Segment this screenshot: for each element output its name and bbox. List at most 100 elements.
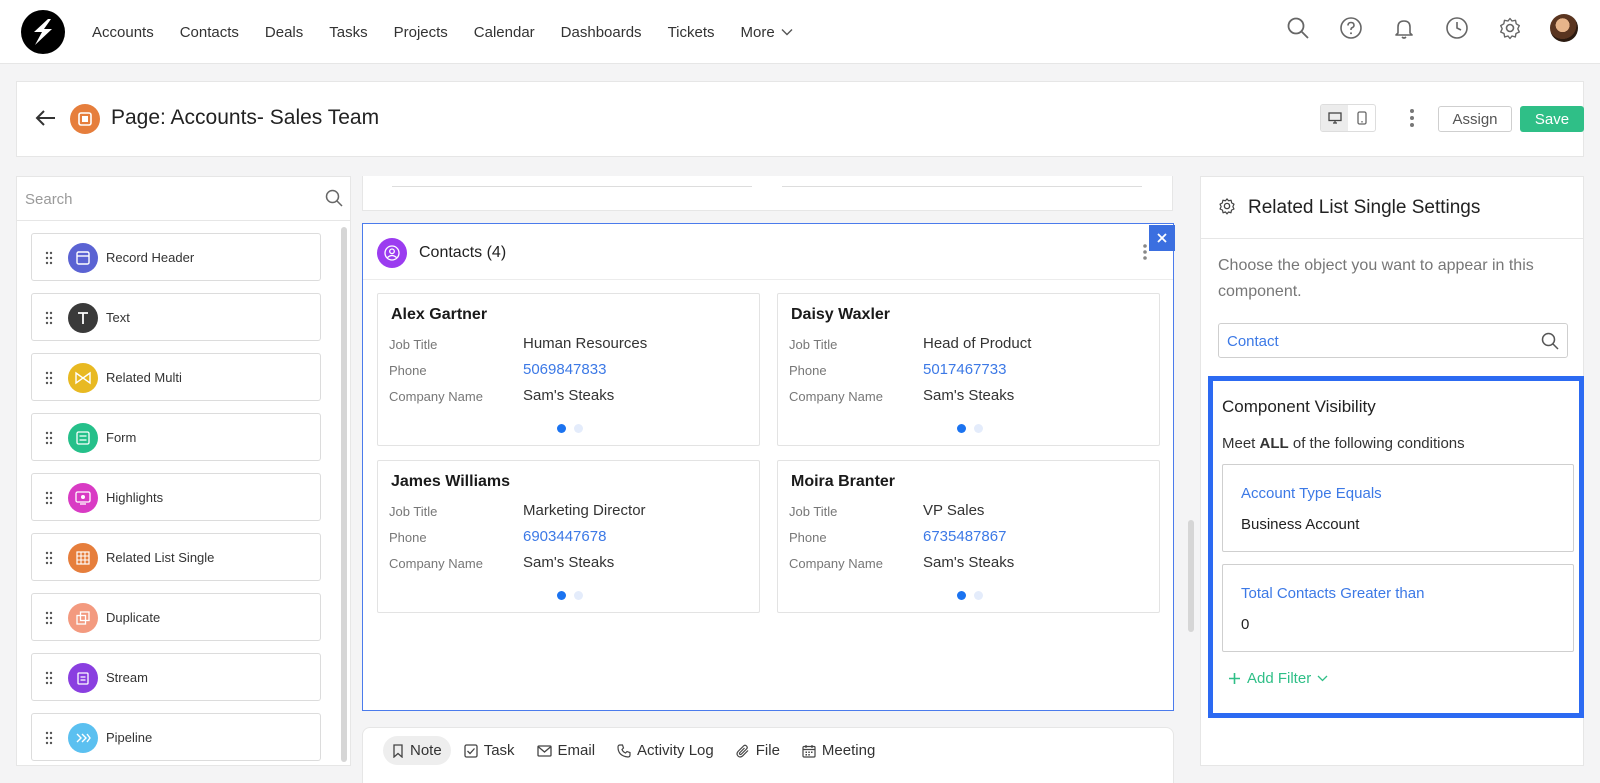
- drag-handle-icon[interactable]: [45, 431, 53, 450]
- contact-card[interactable]: Daisy Waxler Job Title Head of Product P…: [777, 293, 1160, 446]
- drag-handle-icon[interactable]: [45, 551, 53, 570]
- gear-icon[interactable]: [1497, 15, 1523, 41]
- tab-meeting[interactable]: Meeting: [793, 736, 884, 765]
- drag-handle-icon[interactable]: [45, 491, 53, 510]
- search-icon[interactable]: [1285, 15, 1311, 41]
- nav-calendar[interactable]: Calendar: [474, 24, 535, 41]
- phone-link[interactable]: 6735487867: [923, 528, 1006, 545]
- condition-field[interactable]: Account Type Equals: [1241, 485, 1382, 502]
- contact-name[interactable]: Daisy Waxler: [791, 306, 890, 324]
- drag-handle-icon[interactable]: [45, 671, 53, 690]
- nav-contacts[interactable]: Contacts: [180, 24, 239, 41]
- component-record-header[interactable]: Record Header: [31, 233, 321, 281]
- carousel-dot[interactable]: [974, 591, 983, 600]
- component-pipeline[interactable]: Pipeline: [31, 713, 321, 761]
- component-form[interactable]: Form: [31, 413, 321, 461]
- phone-label: Phone: [789, 530, 827, 545]
- chevron-down-icon: [1317, 675, 1328, 682]
- more-options-icon[interactable]: [1409, 108, 1415, 133]
- component-related-multi[interactable]: Related Multi: [31, 353, 321, 401]
- carousel-dot[interactable]: [974, 424, 983, 433]
- phone-link[interactable]: 5069847833: [523, 361, 606, 378]
- carousel-dot[interactable]: [574, 424, 583, 433]
- tab-task[interactable]: Task: [455, 736, 524, 765]
- clock-icon[interactable]: [1444, 15, 1470, 41]
- contact-card[interactable]: James Williams Job Title Marketing Direc…: [377, 460, 760, 613]
- mobile-view-icon[interactable]: [1348, 105, 1375, 131]
- nav-more-menu[interactable]: More: [741, 24, 793, 41]
- tab-note[interactable]: Note: [383, 736, 451, 765]
- contact-card[interactable]: Moira Branter Job Title VP Sales Phone 6…: [777, 460, 1160, 613]
- visibility-condition[interactable]: Account Type Equals Business Account: [1222, 464, 1574, 552]
- nav-dashboards[interactable]: Dashboards: [561, 24, 642, 41]
- phone-link[interactable]: 6903447678: [523, 528, 606, 545]
- canvas-scrollbar[interactable]: [1188, 520, 1194, 632]
- nav-deals[interactable]: Deals: [265, 24, 303, 41]
- company-label: Company Name: [789, 389, 883, 404]
- visibility-condition[interactable]: Total Contacts Greater than 0: [1222, 564, 1574, 652]
- drag-handle-icon[interactable]: [45, 311, 53, 330]
- tab-activity-log[interactable]: Activity Log: [608, 736, 723, 765]
- related-multi-icon: [68, 363, 98, 393]
- contact-card[interactable]: Alex Gartner Job Title Human Resources P…: [377, 293, 760, 446]
- carousel-dot-active[interactable]: [957, 591, 966, 600]
- phone-label: Phone: [389, 530, 427, 545]
- component-text[interactable]: Text: [31, 293, 321, 341]
- carousel-dot-active[interactable]: [557, 591, 566, 600]
- object-selector[interactable]: [1218, 323, 1568, 358]
- top-navigation: Accounts Contacts Deals Tasks Projects C…: [0, 0, 1600, 64]
- nav-tickets[interactable]: Tickets: [668, 24, 715, 41]
- component-options-icon[interactable]: [1142, 243, 1148, 266]
- carousel-dots: [957, 424, 983, 433]
- component-label: Highlights: [106, 490, 164, 505]
- component-stream[interactable]: Stream: [31, 653, 321, 701]
- nav-projects[interactable]: Projects: [394, 24, 448, 41]
- remove-component-button[interactable]: [1149, 225, 1175, 251]
- nav-accounts[interactable]: Accounts: [92, 24, 154, 41]
- chevron-down-icon: [781, 29, 793, 36]
- component-duplicate[interactable]: Duplicate: [31, 593, 321, 641]
- help-icon[interactable]: [1338, 15, 1364, 41]
- nav-tasks[interactable]: Tasks: [329, 24, 367, 41]
- drag-handle-icon[interactable]: [45, 251, 53, 270]
- carousel-dot-active[interactable]: [557, 424, 566, 433]
- drag-handle-icon[interactable]: [45, 731, 53, 750]
- add-filter-label: Add Filter: [1247, 670, 1312, 687]
- paperclip-icon: [736, 744, 749, 758]
- assign-button[interactable]: Assign: [1438, 106, 1512, 132]
- component-highlights[interactable]: Highlights: [31, 473, 321, 521]
- divider: [392, 186, 752, 187]
- related-list-contacts-component[interactable]: Contacts (4) Alex Gartner Job Title Huma…: [362, 223, 1174, 711]
- company-label: Company Name: [389, 556, 483, 571]
- contacts-title: Contacts (4): [419, 244, 507, 261]
- contact-name[interactable]: Moira Branter: [791, 473, 895, 491]
- app-logo[interactable]: [21, 10, 65, 54]
- meet-all-selector[interactable]: ALL: [1260, 435, 1289, 452]
- previous-component-stub: [362, 176, 1173, 211]
- drag-handle-icon[interactable]: [45, 371, 53, 390]
- desktop-view-icon[interactable]: [1321, 105, 1348, 131]
- carousel-dot[interactable]: [574, 591, 583, 600]
- contact-name[interactable]: Alex Gartner: [391, 306, 487, 324]
- bell-icon[interactable]: [1391, 15, 1417, 41]
- visibility-title: Component Visibility: [1222, 397, 1376, 416]
- condition-field[interactable]: Total Contacts Greater than: [1241, 585, 1424, 602]
- add-filter-button[interactable]: Add Filter: [1228, 670, 1328, 687]
- tab-email[interactable]: Email: [528, 736, 605, 765]
- phone-label: Phone: [389, 363, 427, 378]
- user-avatar[interactable]: [1550, 14, 1578, 42]
- drag-handle-icon[interactable]: [45, 611, 53, 630]
- tab-file[interactable]: File: [727, 736, 789, 765]
- component-search-input[interactable]: [25, 187, 315, 211]
- component-related-list-single[interactable]: Related List Single: [31, 533, 321, 581]
- save-button[interactable]: Save: [1520, 106, 1584, 132]
- phone-link[interactable]: 5017467733: [923, 361, 1006, 378]
- contact-name[interactable]: James Williams: [391, 473, 510, 491]
- left-panel-scrollbar[interactable]: [341, 227, 347, 762]
- form-icon: [68, 423, 98, 453]
- search-icon[interactable]: [1541, 332, 1559, 355]
- search-icon[interactable]: [325, 189, 343, 212]
- object-selector-input[interactable]: [1227, 331, 1527, 351]
- back-arrow-icon[interactable]: [35, 108, 57, 133]
- carousel-dot-active[interactable]: [957, 424, 966, 433]
